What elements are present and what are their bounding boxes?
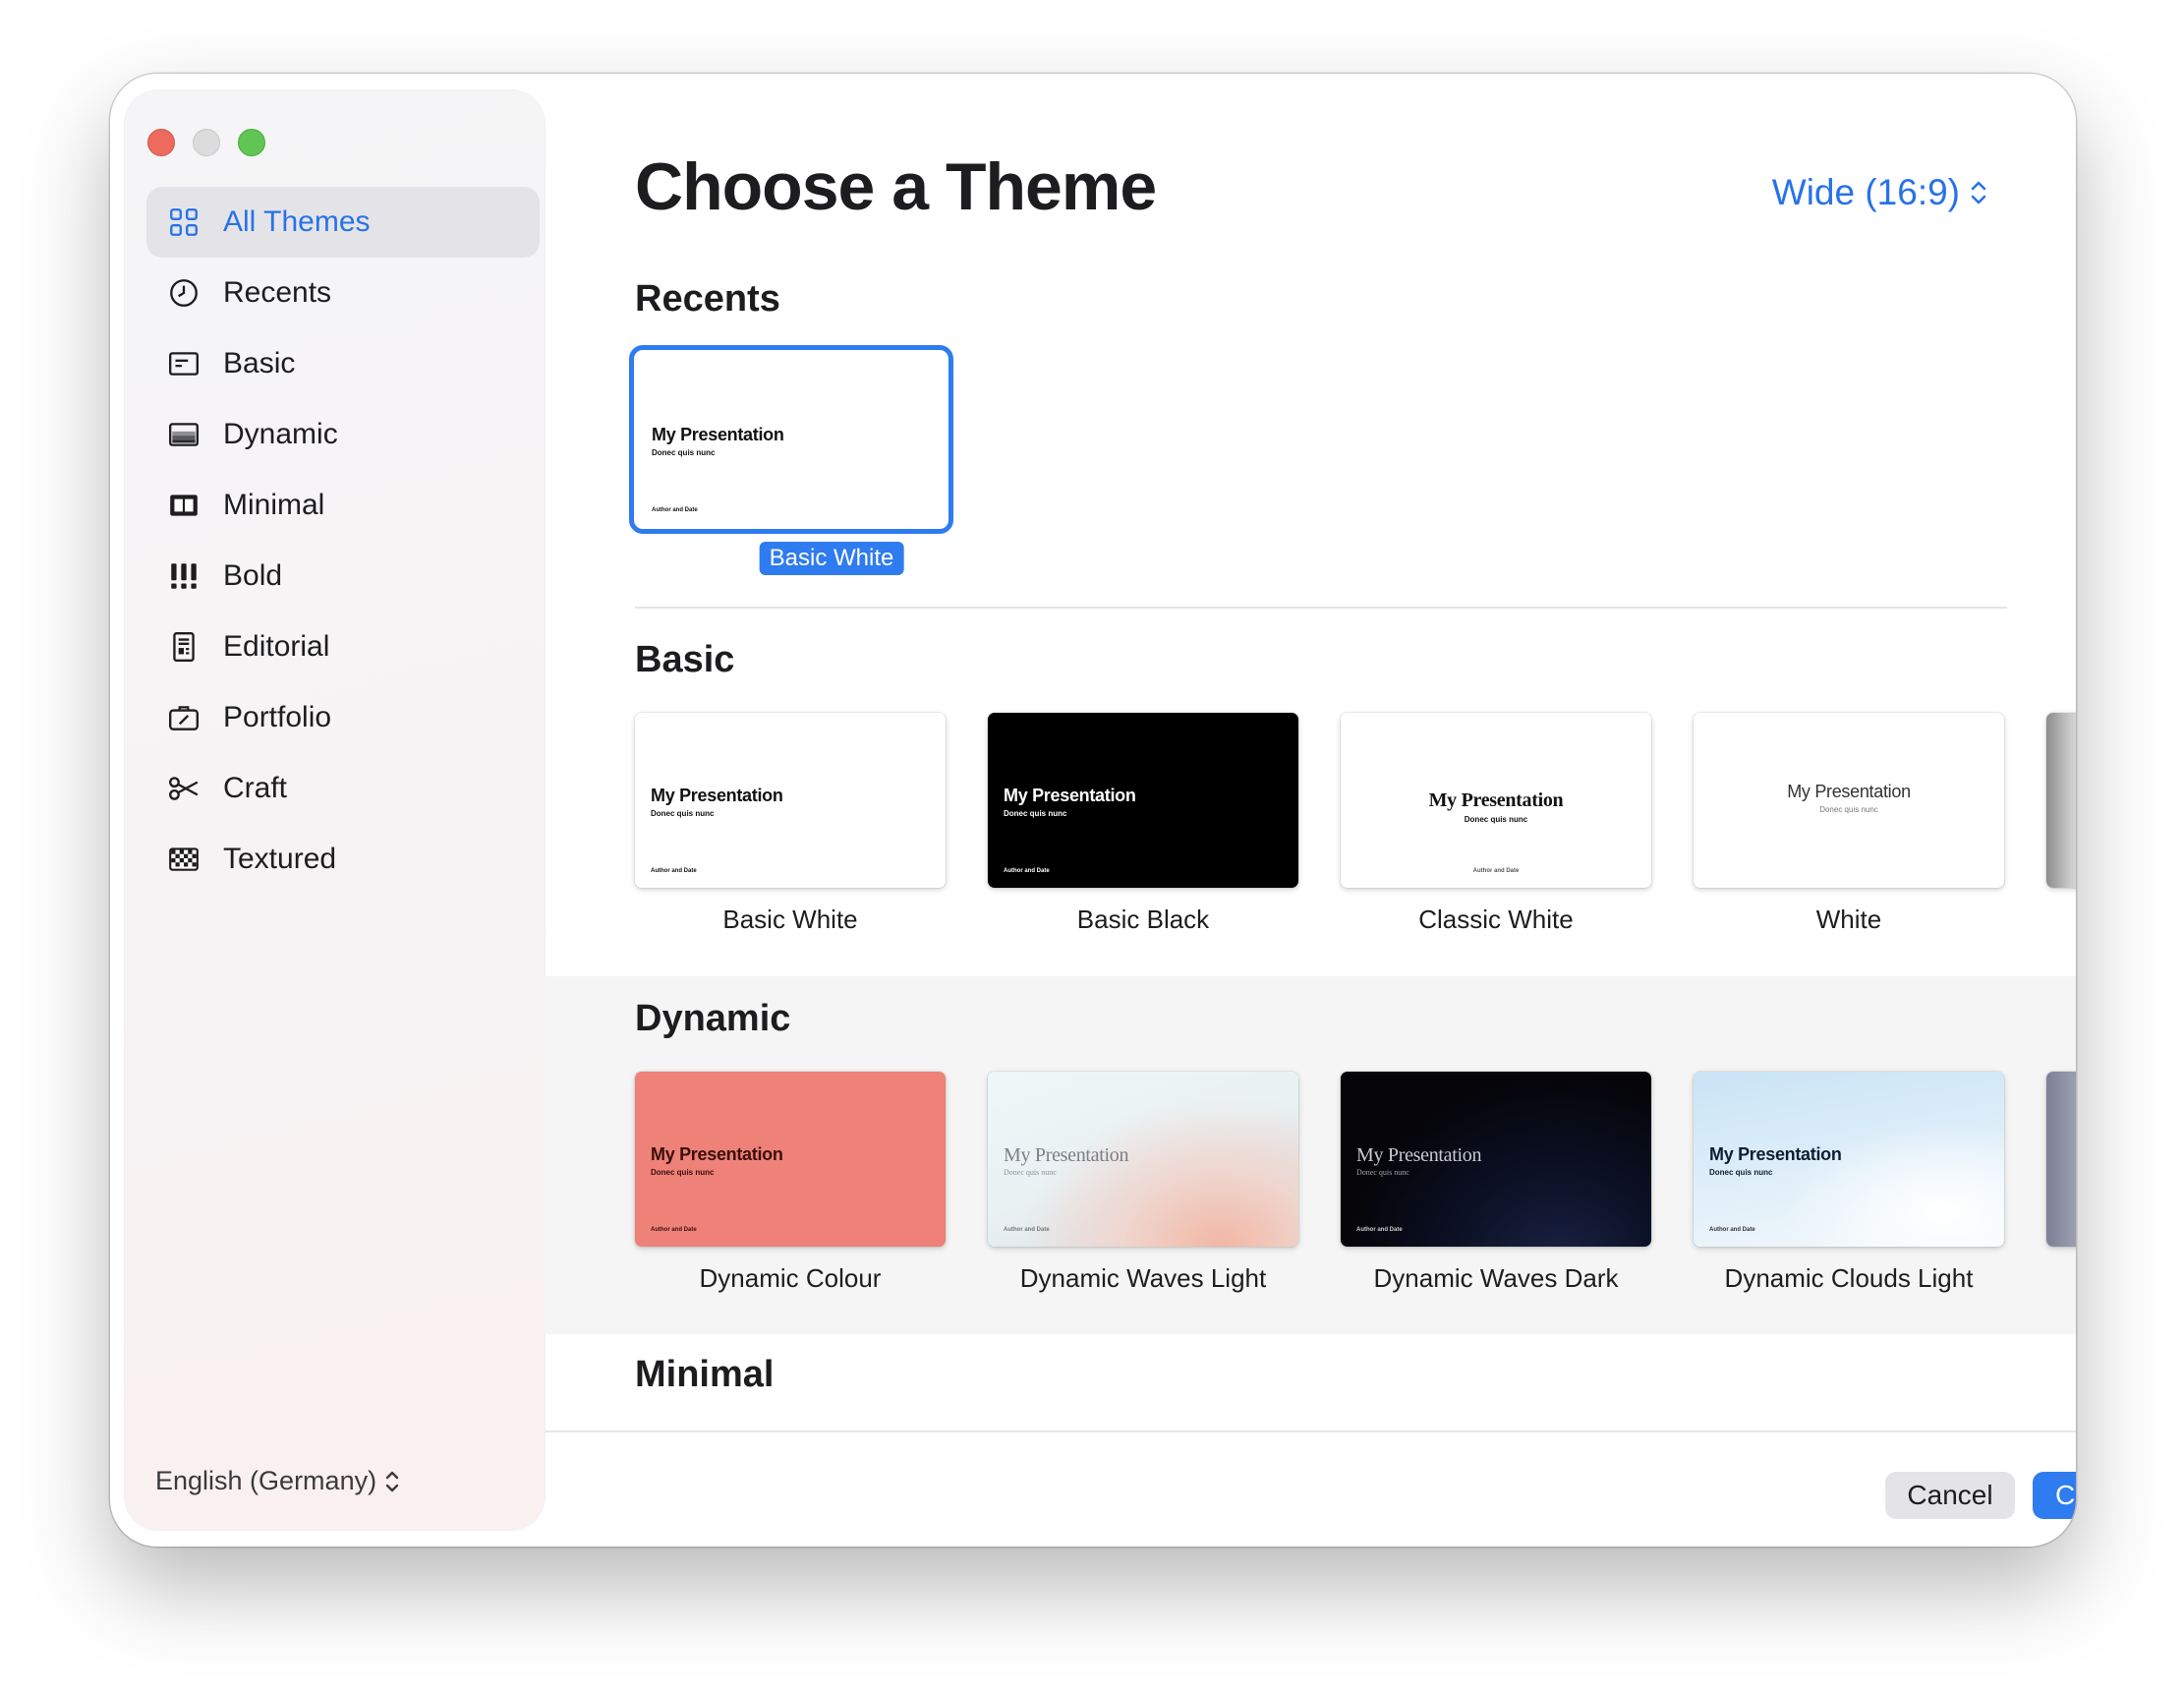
theme-basic-white[interactable]: My Presentation Donec quis nunc Author a… (635, 713, 946, 888)
theme-dynamic-waves-dark[interactable]: My Presentation Donec quis nunc Author a… (1341, 1072, 1651, 1247)
sidebar-item-portfolio[interactable]: Portfolio (146, 682, 540, 753)
sidebar-item-label: Bold (223, 559, 283, 592)
section-divider (635, 607, 2007, 609)
theme-dynamic-waves-light[interactable]: My Presentation Donec quis nunc Author a… (988, 1072, 1298, 1247)
thumb-title: My Presentation (651, 1144, 783, 1164)
theme-caption: Basic Black (1076, 905, 1210, 934)
thumb-title: My Presentation (1356, 1144, 1482, 1166)
dynamic-slide-icon (166, 417, 201, 452)
sidebar-item-bold[interactable]: Bold (146, 541, 540, 612)
sidebar-item-dynamic[interactable]: Dynamic (146, 399, 540, 470)
thumb-author: Author and Date (1356, 1227, 1403, 1233)
thumb-subtitle: Donec quis nunc (651, 1168, 715, 1177)
thumb-author: Author and Date (1472, 868, 1520, 874)
minimal-slide-icon (166, 488, 201, 523)
minimize-window-button[interactable] (193, 129, 220, 156)
sidebar-item-recents[interactable]: Recents (146, 258, 540, 328)
theme-caption: Dynamic Waves Light (1019, 1263, 1267, 1293)
theme-caption: Dynamic Clouds Light (1724, 1263, 1974, 1293)
thumb-subtitle: Donec quis nunc (1464, 815, 1528, 824)
sidebar-item-label: All Themes (223, 205, 371, 238)
footer-divider (545, 1430, 2076, 1432)
language-select[interactable]: English (Germany) (155, 1466, 400, 1496)
thumb-title: My Presentation (652, 425, 784, 444)
thumb-subtitle: Donec quis nunc (651, 809, 715, 818)
theme-partial-next[interactable] (2046, 713, 2076, 888)
sidebar-item-label: Basic (223, 347, 296, 379)
section-title-recents: Recents (635, 278, 780, 320)
thumb-subtitle: Donec quis nunc (652, 448, 716, 457)
theme-caption: Dynamic Colour (699, 1263, 882, 1293)
zoom-window-button[interactable] (238, 129, 265, 156)
thumb-subtitle: Donec quis nunc (1819, 805, 1878, 814)
sidebar-item-label: Portfolio (223, 701, 332, 733)
theme-gallery: Choose a Theme Wide (16:9) Recents My Pr… (545, 74, 2076, 1547)
sidebar-item-textured[interactable]: Textured (146, 824, 540, 895)
cancel-button[interactable]: Cancel (1885, 1472, 2015, 1519)
thumb-title: My Presentation (651, 786, 783, 805)
sidebar-item-minimal[interactable]: Minimal (146, 470, 540, 541)
sidebar-item-label: Dynamic (223, 418, 338, 450)
theme-caption: Dynamic Waves Dark (1373, 1263, 1619, 1293)
theme-category-list: All Themes Recents Basic Dynamic Minimal… (146, 187, 540, 895)
thumb-title: My Presentation (1004, 786, 1136, 805)
theme-basic-black[interactable]: My Presentation Donec quis nunc Author a… (988, 713, 1298, 888)
thumb-title: My Presentation (1709, 1144, 1842, 1164)
sidebar-item-label: Minimal (223, 489, 325, 521)
recent-theme-basic-white[interactable]: My Presentation Donec quis nunc Author a… (636, 352, 947, 527)
chevron-up-down-icon (1971, 181, 1986, 204)
portfolio-icon (166, 700, 201, 735)
section-title-basic: Basic (635, 639, 735, 680)
selected-theme-label: Basic White (759, 542, 904, 575)
sidebar-item-basic[interactable]: Basic (146, 328, 540, 399)
slide-size-select[interactable]: Wide (16:9) (1772, 172, 1987, 213)
close-window-button[interactable] (147, 129, 175, 156)
scissors-icon (166, 771, 201, 806)
sidebar-item-label: Editorial (223, 630, 330, 663)
theme-caption: Classic White (1418, 905, 1574, 934)
create-button[interactable]: Create (2033, 1472, 2076, 1519)
sidebar-item-craft[interactable]: Craft (146, 753, 540, 824)
theme-dynamic-clouds-light[interactable]: My Presentation Donec quis nunc Author a… (1694, 1072, 2004, 1247)
theme-dynamic-colour[interactable]: My Presentation Donec quis nunc Author a… (635, 1072, 946, 1247)
basic-slide-icon (166, 346, 201, 381)
language-label: English (Germany) (155, 1466, 377, 1495)
thumb-author: Author and Date (1004, 868, 1050, 874)
theme-chooser-window: All Themes Recents Basic Dynamic Minimal… (110, 74, 2076, 1547)
thumb-title: My Presentation (1428, 789, 1564, 811)
thumb-author: Author and Date (652, 507, 698, 513)
thumb-author: Author and Date (651, 1227, 697, 1233)
thumb-author: Author and Date (1709, 1227, 1755, 1233)
exclamation-icon (166, 558, 201, 594)
grid-icon (166, 204, 201, 240)
slide-size-label: Wide (16:9) (1771, 172, 1960, 212)
clock-icon (166, 275, 201, 311)
theme-partial-next[interactable] (2046, 1072, 2076, 1247)
thumb-subtitle: Donec quis nunc (1004, 809, 1067, 818)
thumb-author: Author and Date (1004, 1227, 1050, 1233)
chevron-up-down-icon (384, 1468, 400, 1495)
thumb-subtitle: Donec quis nunc (1356, 1168, 1409, 1177)
thumb-subtitle: Donec quis nunc (1709, 1168, 1773, 1177)
page-title: Choose a Theme (635, 149, 1157, 224)
thumb-subtitle: Donec quis nunc (1004, 1168, 1057, 1177)
sidebar-item-label: Recents (223, 276, 332, 309)
sidebar: All Themes Recents Basic Dynamic Minimal… (125, 90, 545, 1530)
sidebar-item-label: Textured (223, 843, 337, 875)
theme-classic-white[interactable]: My Presentation Donec quis nunc Author a… (1341, 713, 1651, 888)
sidebar-item-label: Craft (223, 772, 288, 804)
theme-caption: Basic White (722, 905, 858, 934)
thumb-author: Author and Date (651, 868, 697, 874)
section-title-dynamic: Dynamic (635, 998, 791, 1039)
editorial-icon (166, 629, 201, 665)
sidebar-item-editorial[interactable]: Editorial (146, 612, 540, 682)
thumb-title: My Presentation (1004, 1144, 1129, 1166)
section-title-minimal: Minimal (635, 1354, 775, 1395)
sidebar-item-all-themes[interactable]: All Themes (146, 187, 540, 258)
thumb-title: My Presentation (1787, 782, 1911, 801)
checker-icon (166, 842, 201, 877)
theme-caption: White (1815, 905, 1882, 934)
theme-white[interactable]: My Presentation Donec quis nunc (1694, 713, 2004, 888)
